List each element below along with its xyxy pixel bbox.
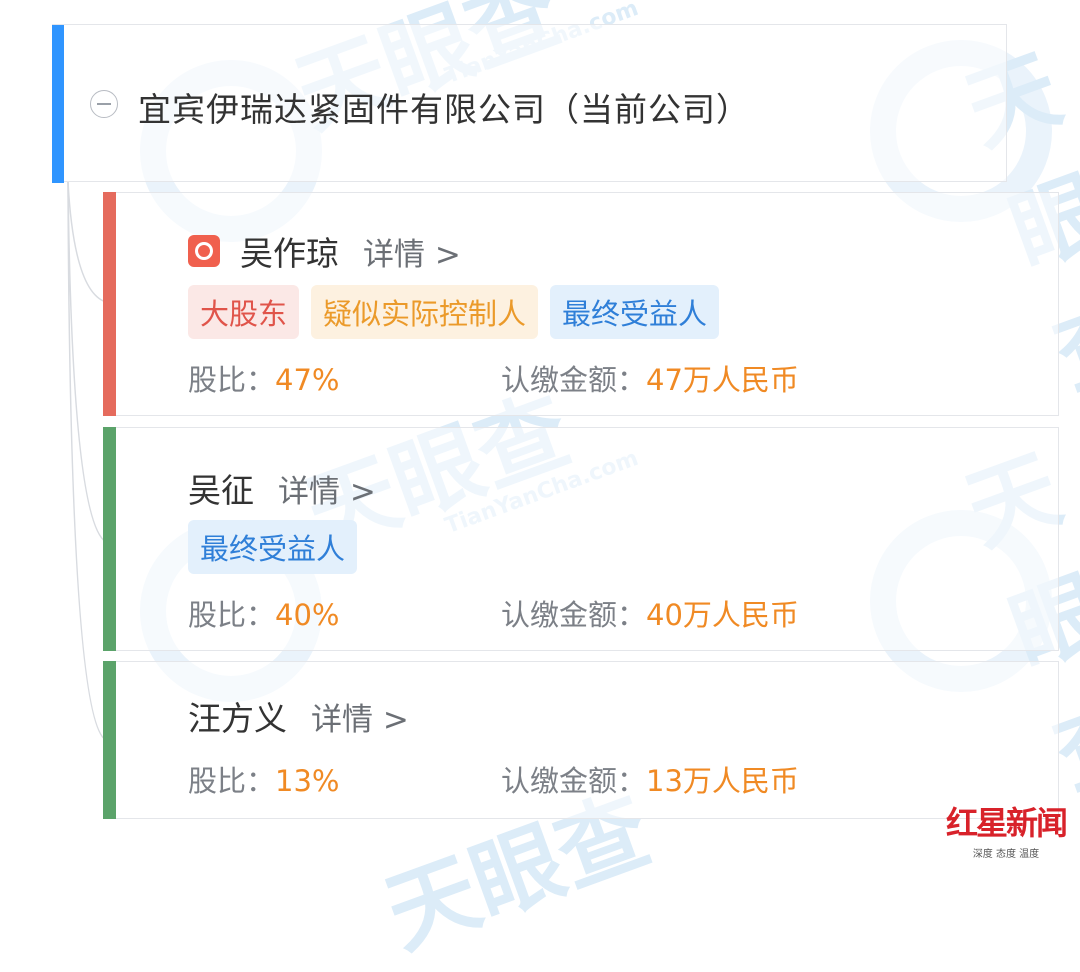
amount-value: 13万人民币 [646, 764, 799, 798]
share-value: 47% [275, 363, 340, 397]
logo-name: 红星新闻 [945, 804, 1068, 842]
detail-link[interactable]: 详情 > [311, 694, 409, 739]
collapse-icon[interactable] [90, 90, 118, 118]
company-name: 宜宾伊瑞达紧固件有限公司（当前公司） [138, 90, 750, 129]
shareholder-card: 吴作琼 详情 > 大股东 疑似实际控制人 最终受益人 股比：47% 认缴金额：4… [103, 192, 1059, 416]
shareholder-info: 股比：13% 认缴金额：13万人民币 [188, 758, 988, 800]
shareholder-accent-bar [103, 427, 116, 651]
shareholder-name[interactable]: 吴作琼 [240, 227, 339, 275]
share-label: 股比： [188, 598, 276, 632]
shareholder-accent-bar [103, 192, 116, 416]
tag-suspected-controller: 疑似实际控制人 [311, 285, 539, 339]
shareholder-card: 汪方义 详情 > 股比：13% 认缴金额：13万人民币 [103, 661, 1059, 819]
tag-ultimate-beneficiary: 最终受益人 [550, 285, 720, 339]
detail-link[interactable]: 详情 > [278, 466, 376, 511]
amount-value: 47万人民币 [646, 363, 799, 397]
share-value: 40% [275, 598, 340, 632]
shareholder-card: 吴征 详情 > 最终受益人 股比：40% 认缴金额：40万人民币 [103, 427, 1059, 651]
detail-link[interactable]: 详情 > [363, 229, 461, 274]
share-label: 股比： [188, 363, 276, 397]
company-node: 宜宾伊瑞达紧固件有限公司（当前公司） [52, 24, 1007, 183]
share-value: 13% [275, 764, 340, 798]
shareholder-info: 股比：47% 认缴金额：47万人民币 [188, 357, 988, 399]
tag-ultimate-beneficiary: 最终受益人 [188, 520, 358, 574]
tag-major-shareholder: 大股东 [188, 285, 300, 339]
share-label: 股比： [188, 764, 276, 798]
shareholder-name[interactable]: 汪方义 [188, 692, 287, 740]
company-accent-bar [52, 25, 64, 183]
amount-value: 40万人民币 [646, 598, 799, 632]
logo-tagline: 深度 态度 温度 [972, 849, 1040, 860]
shareholder-info: 股比：40% 认缴金额：40万人民币 [188, 592, 988, 634]
amount-label: 认缴金额： [501, 764, 647, 798]
shareholder-accent-bar [103, 661, 116, 819]
shareholder-name[interactable]: 吴征 [188, 464, 254, 512]
news-logo: 红星新闻 深度 态度 温度 [942, 803, 1070, 861]
amount-label: 认缴金额： [501, 598, 647, 632]
person-avatar-icon [188, 235, 220, 267]
amount-label: 认缴金额： [501, 363, 647, 397]
